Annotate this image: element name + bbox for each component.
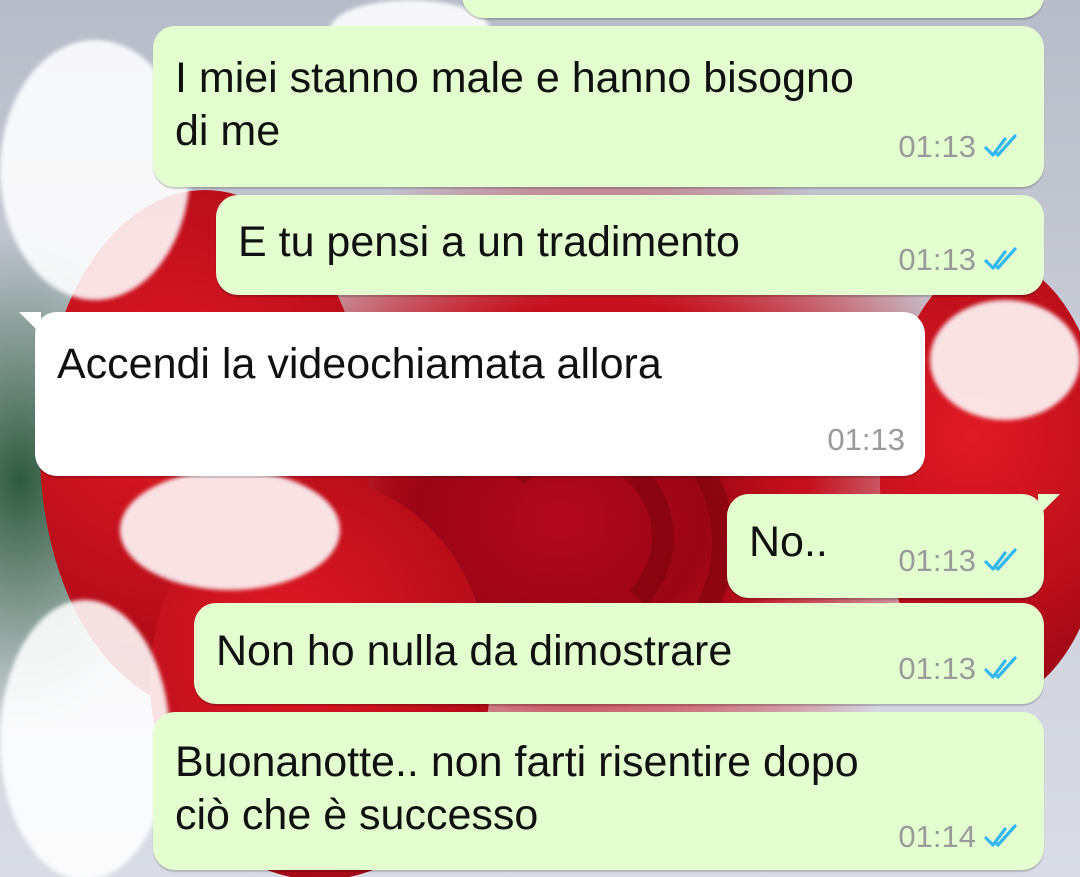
message-outgoing[interactable]: Buonanotte.. non farti risentire dopo ci… xyxy=(153,712,1044,870)
message-text: Buonanotte.. non farti risentire dopo ci… xyxy=(175,738,859,839)
message-meta: 01:13 xyxy=(898,243,1024,277)
double-check-icon xyxy=(984,134,1017,157)
message-time: 01:13 xyxy=(898,129,976,164)
message-time: 01:13 xyxy=(898,651,976,686)
double-check-icon xyxy=(984,548,1017,571)
double-check-icon xyxy=(984,824,1017,847)
message-time: 01:13 xyxy=(898,242,976,277)
message-time: 01:13 xyxy=(898,543,976,578)
message-text: Accendi la videochiamata allora xyxy=(57,340,662,388)
message-text: E tu pensi a un tradimento xyxy=(238,218,740,266)
message-text: No.. xyxy=(749,518,828,566)
message-text: Non ho nulla da dimostrare xyxy=(216,627,733,675)
conversation[interactable]: I miei stanno male e hanno bisogno di me… xyxy=(0,0,1080,877)
message-outgoing[interactable]: Non ho nulla da dimostrare 01:13 xyxy=(194,603,1044,704)
message-time: 01:14 xyxy=(898,819,976,854)
message-time: 01:13 xyxy=(827,422,905,457)
double-check-icon xyxy=(984,247,1017,270)
message-meta: 01:13 xyxy=(898,652,1024,686)
message-meta: 01:13 xyxy=(898,130,1024,164)
message-text: I miei stanno male e hanno bisogno di me xyxy=(175,54,854,155)
message-outgoing[interactable] xyxy=(462,0,1044,18)
message-outgoing[interactable]: E tu pensi a un tradimento 01:13 xyxy=(216,195,1044,295)
message-outgoing[interactable]: I miei stanno male e hanno bisogno di me… xyxy=(153,26,1044,187)
bubble-tail xyxy=(19,312,41,334)
message-meta: 01:13 xyxy=(827,423,905,457)
bubble-tail xyxy=(1038,494,1060,516)
message-incoming[interactable]: Accendi la videochiamata allora 01:13 xyxy=(19,312,925,476)
message-meta: 01:14 xyxy=(898,820,1024,854)
double-check-icon xyxy=(984,656,1017,679)
message-meta: 01:13 xyxy=(898,544,1024,578)
message-outgoing[interactable]: No.. 01:13 xyxy=(727,494,1060,598)
